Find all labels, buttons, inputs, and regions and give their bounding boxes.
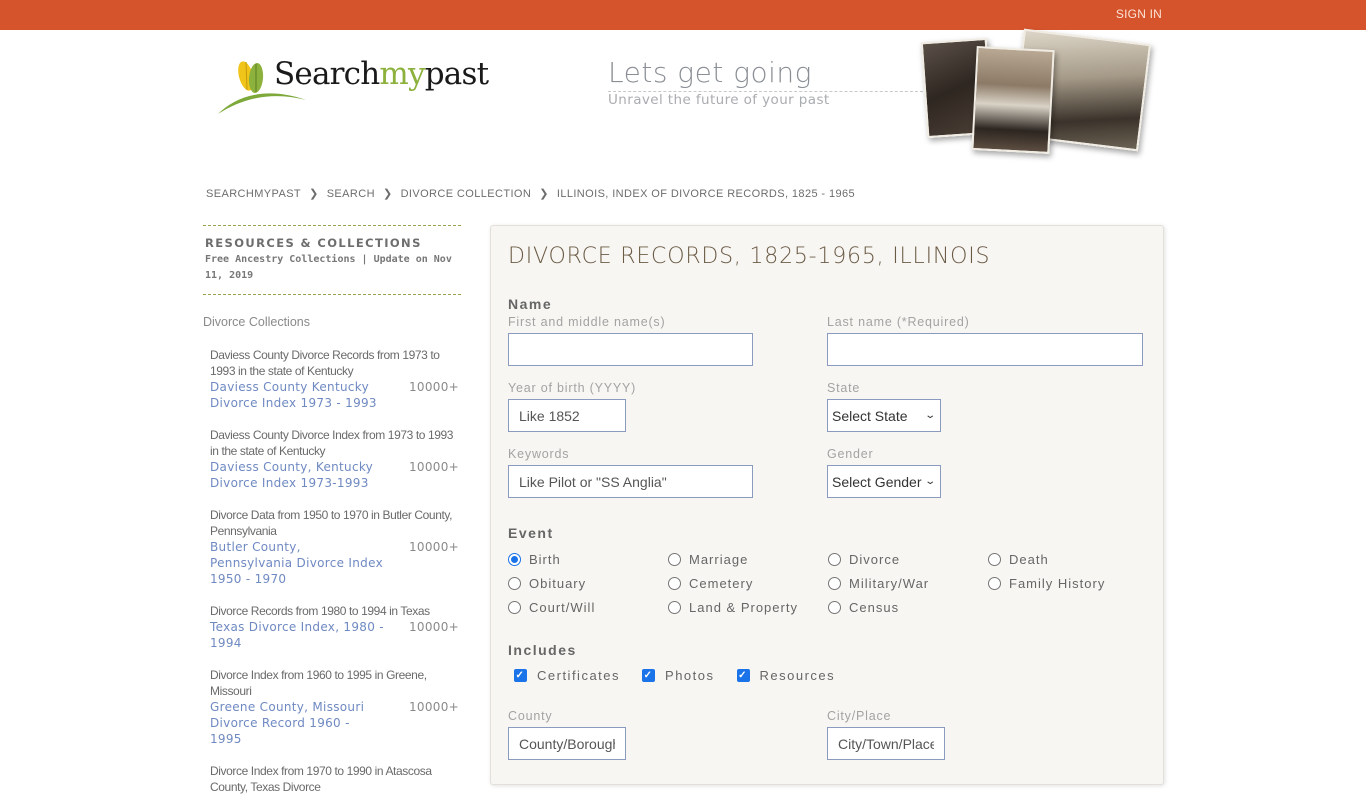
keywords-label: Keywords — [508, 447, 570, 461]
breadcrumb-separator-icon: ❯ — [539, 188, 549, 200]
county-label: County — [508, 709, 553, 723]
gender-select[interactable]: Select Gender ⌄ — [827, 465, 941, 498]
list-item: Daviess County Divorce Records from 1973… — [203, 347, 461, 411]
event-option-census[interactable]: Census — [828, 600, 988, 615]
name-section-label: Name — [508, 296, 553, 312]
logo-wordmark: Searchmypast — [274, 56, 489, 92]
radio-button[interactable] — [508, 576, 521, 590]
last-name-label: Last name (*Required) — [827, 315, 970, 329]
list-item: Daviess County Divorce Index from 1973 t… — [203, 427, 461, 491]
page-title: DIVORCE RECORDS, 1825-1965, ILLINOIS — [508, 244, 991, 269]
record-count: 10000+ — [408, 620, 459, 634]
first-name-label: First and middle name(s) — [508, 315, 666, 329]
collection-link[interactable]: Daviess County, Kentucky Divorce Index 1… — [210, 459, 385, 491]
radio-button[interactable] — [828, 576, 841, 590]
event-option-death[interactable]: Death — [988, 552, 1148, 567]
event-option-military-war[interactable]: Military/War — [828, 576, 988, 591]
county-input[interactable] — [508, 727, 626, 760]
include-photos[interactable]: ✓ Photos — [642, 668, 714, 683]
checkbox-checked-icon[interactable]: ✓ — [514, 669, 527, 682]
breadcrumb-current: ILLINOIS, INDEX OF DIVORCE RECORDS, 1825… — [556, 187, 856, 200]
keywords-input[interactable] — [508, 465, 753, 498]
radio-button[interactable] — [828, 600, 841, 614]
city-input[interactable] — [827, 727, 945, 760]
collection-description: Divorce Index from 1960 to 1995 in Green… — [210, 668, 427, 698]
radio-button[interactable] — [508, 552, 521, 566]
collection-description: Divorce Records from 1980 to 1994 in Tex… — [210, 604, 430, 618]
event-option-divorce[interactable]: Divorce — [828, 552, 988, 567]
year-of-birth-label: Year of birth (YYYY) — [508, 381, 637, 395]
sidebar-title: RESOURCES & COLLECTIONS — [205, 236, 422, 250]
chevron-down-icon: ⌄ — [923, 476, 936, 487]
event-option-court-will[interactable]: Court/Will — [508, 600, 668, 615]
vintage-photo — [971, 46, 1055, 154]
radio-button[interactable] — [668, 552, 681, 566]
breadcrumb-search[interactable]: SEARCH — [327, 188, 375, 200]
record-count: 10000+ — [408, 540, 459, 554]
sign-in-link[interactable]: SIGN IN — [1116, 7, 1162, 21]
list-item: Divorce Records from 1980 to 1994 in Tex… — [203, 603, 461, 651]
event-radio-group: Birth Marriage Divorce Death Obituary Ce… — [508, 552, 1148, 615]
search-form-panel: DIVORCE RECORDS, 1825-1965, ILLINOIS Nam… — [490, 225, 1164, 785]
list-item: Divorce Index from 1960 to 1995 in Green… — [203, 667, 461, 747]
radio-button[interactable] — [988, 552, 1001, 566]
gender-select-value: Select Gender — [832, 473, 922, 490]
includes-section-label: Includes — [508, 642, 577, 658]
radio-button[interactable] — [988, 576, 1001, 590]
gender-label: Gender — [827, 447, 874, 461]
list-item: Divorce Data from 1950 to 1970 in Butler… — [203, 507, 461, 587]
radio-button[interactable] — [668, 576, 681, 590]
record-count: 10000+ — [408, 700, 459, 714]
state-select-value: Select State — [832, 407, 908, 424]
event-option-marriage[interactable]: Marriage — [668, 552, 828, 567]
event-option-cemetery[interactable]: Cemetery — [668, 576, 828, 591]
breadcrumb-separator-icon: ❯ — [309, 188, 319, 200]
state-label: State — [827, 381, 861, 395]
record-count: 10000+ — [408, 380, 459, 394]
event-option-birth[interactable]: Birth — [508, 552, 668, 567]
checkbox-checked-icon[interactable]: ✓ — [642, 669, 656, 682]
sidebar: RESOURCES & COLLECTIONS Free Ancestry Co… — [203, 225, 461, 811]
last-name-input[interactable] — [827, 333, 1143, 366]
event-option-land-property[interactable]: Land & Property — [668, 600, 828, 615]
collection-link[interactable]: Butler County, Pennsylvania Divorce Inde… — [210, 539, 385, 587]
top-bar: SIGN IN — [0, 0, 1366, 30]
tagline: Lets get going Unravel the future of you… — [608, 56, 928, 108]
sidebar-header: RESOURCES & COLLECTIONS Free Ancestry Co… — [203, 225, 461, 295]
sidebar-subtitle: Free Ancestry Collections | Update on No… — [205, 254, 452, 281]
breadcrumb-divorce-collection[interactable]: DIVORCE COLLECTION — [401, 188, 532, 200]
breadcrumb: SEARCHMYPAST ❯ SEARCH ❯ DIVORCE COLLECTI… — [206, 187, 856, 201]
includes-checkbox-group: ✓ Certificates ✓ Photos ✓ Resources — [514, 668, 857, 683]
include-certificates[interactable]: ✓ Certificates — [514, 668, 620, 683]
checkbox-checked-icon[interactable]: ✓ — [736, 669, 750, 682]
radio-button[interactable] — [508, 600, 521, 614]
collection-description: Divorce Data from 1950 to 1970 in Butler… — [210, 508, 453, 538]
vintage-photos-image — [920, 28, 1152, 162]
year-of-birth-input[interactable] — [508, 399, 626, 432]
event-section-label: Event — [508, 525, 554, 541]
collection-list: Daviess County Divorce Records from 1973… — [203, 347, 461, 795]
sidebar-section-label: Divorce Collections — [203, 315, 310, 329]
radio-button[interactable] — [668, 600, 681, 614]
breadcrumb-home[interactable]: SEARCHMYPAST — [206, 188, 301, 200]
event-option-obituary[interactable]: Obituary — [508, 576, 668, 591]
collection-description: Daviess County Divorce Index from 1973 t… — [210, 428, 454, 458]
collection-link[interactable]: Greene County, Missouri Divorce Record 1… — [210, 699, 385, 747]
collection-link[interactable]: Texas Divorce Index, 1980 - 1994 — [210, 619, 385, 651]
tagline-heading: Lets get going — [608, 56, 812, 89]
chevron-down-icon: ⌄ — [923, 410, 936, 421]
include-resources[interactable]: ✓ Resources — [736, 668, 836, 683]
tagline-subheading: Unravel the future of your past — [608, 92, 830, 108]
breadcrumb-separator-icon: ❯ — [382, 188, 393, 200]
collection-description: Daviess County Divorce Records from 1973… — [210, 348, 440, 378]
city-label: City/Place — [827, 709, 892, 723]
state-select[interactable]: Select State ⌄ — [827, 399, 941, 432]
radio-button[interactable] — [828, 552, 841, 566]
site-logo[interactable]: Searchmypast — [216, 56, 489, 116]
collection-link[interactable]: Daviess County Kentucky Divorce Index 19… — [210, 379, 385, 411]
first-name-input[interactable] — [508, 333, 753, 366]
record-count: 10000+ — [408, 460, 459, 474]
event-option-family-history[interactable]: Family History — [988, 576, 1148, 591]
